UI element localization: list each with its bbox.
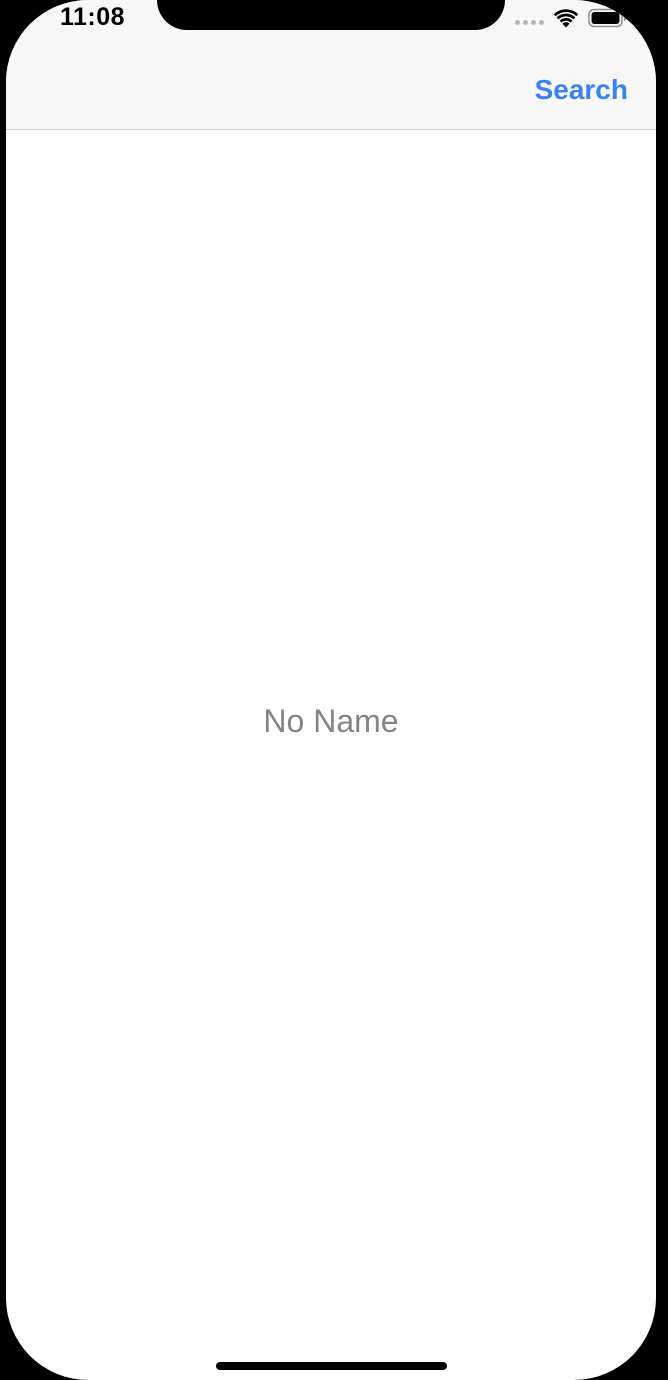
search-button[interactable]: Search: [535, 74, 628, 106]
device-notch: [157, 0, 505, 30]
status-time: 11:08: [60, 3, 126, 31]
wifi-icon: [554, 8, 578, 28]
empty-state-label: No Name: [263, 703, 399, 739]
phone-screen: 11:08 Search No Name: [6, 0, 656, 1380]
cellular-signal-icon: [515, 19, 544, 25]
status-icons: [515, 6, 628, 30]
battery-icon: [588, 8, 628, 28]
home-indicator[interactable]: [216, 1362, 447, 1370]
